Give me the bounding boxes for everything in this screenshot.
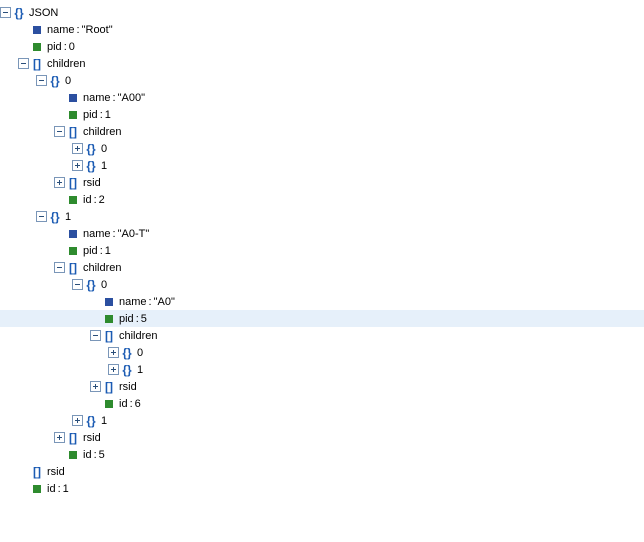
object-icon: {} [49,211,61,223]
expand-icon[interactable] [72,160,83,171]
number-icon [67,449,79,461]
key-pid[interactable]: pid [83,109,98,121]
value[interactable]: 1 [105,245,111,257]
number-icon [31,41,43,53]
expand-icon[interactable] [54,177,65,188]
key-id[interactable]: id [83,194,92,206]
key-id[interactable]: id [47,483,56,495]
object-icon: {} [13,7,25,19]
collapse-icon[interactable] [72,279,83,290]
key-name[interactable]: name [119,296,147,308]
string-icon [31,24,43,36]
array-icon: [] [103,381,115,393]
collapse-icon[interactable] [54,126,65,137]
key-name[interactable]: name [47,24,75,36]
expand-icon[interactable] [108,347,119,358]
array-icon: [] [103,330,115,342]
object-icon: {} [49,75,61,87]
value[interactable]: "A0" [154,296,175,308]
node-label[interactable]: 0 [101,279,107,291]
object-icon: {} [85,143,97,155]
object-icon: {} [85,279,97,291]
value[interactable]: "A00" [118,92,145,104]
array-icon: [] [67,177,79,189]
string-icon [103,296,115,308]
key-children[interactable]: children [47,58,86,70]
node-label[interactable]: 1 [65,211,71,223]
collapse-icon[interactable] [0,7,11,18]
array-icon: [] [67,262,79,274]
object-icon: {} [121,364,133,376]
key-pid[interactable]: pid [47,41,62,53]
key-children[interactable]: children [83,262,122,274]
key-name[interactable]: name [83,228,111,240]
key-id[interactable]: id [83,449,92,461]
expand-icon[interactable] [90,381,101,392]
value[interactable]: 5 [141,313,147,325]
node-label[interactable]: 0 [137,347,143,359]
expand-icon[interactable] [54,432,65,443]
collapse-icon[interactable] [90,330,101,341]
expand-icon[interactable] [72,415,83,426]
key-children[interactable]: children [119,330,158,342]
key-rsid[interactable]: rsid [83,177,101,189]
selected-row[interactable]: pid: 5 [0,310,644,327]
array-icon: [] [31,58,43,70]
number-icon [103,398,115,410]
object-icon: {} [121,347,133,359]
collapse-icon[interactable] [36,211,47,222]
value[interactable]: 0 [69,41,75,53]
object-icon: {} [85,415,97,427]
value[interactable]: "Root" [82,24,113,36]
key-children[interactable]: children [83,126,122,138]
number-icon [67,194,79,206]
key-id[interactable]: id [119,398,128,410]
value[interactable]: 1 [63,483,69,495]
key-pid[interactable]: pid [83,245,98,257]
value[interactable]: "A0-T" [118,228,150,240]
node-label[interactable]: 0 [101,143,107,155]
node-label[interactable]: 1 [137,364,143,376]
key-pid[interactable]: pid [119,313,134,325]
key-rsid[interactable]: rsid [83,432,101,444]
key-rsid[interactable]: rsid [119,381,137,393]
node-label[interactable]: 1 [101,415,107,427]
key-name[interactable]: name [83,92,111,104]
json-tree: {} JSON name: "Root" pid: 0 [] children … [0,0,644,505]
node-label[interactable]: 0 [65,75,71,87]
array-icon: [] [67,432,79,444]
number-icon [67,109,79,121]
value[interactable]: 6 [135,398,141,410]
string-icon [67,92,79,104]
object-icon: {} [85,160,97,172]
number-icon [103,313,115,325]
array-icon: [] [31,466,43,478]
key-rsid[interactable]: rsid [47,466,65,478]
number-icon [67,245,79,257]
number-icon [31,483,43,495]
value[interactable]: 1 [105,109,111,121]
collapse-icon[interactable] [18,58,29,69]
value[interactable]: 2 [99,194,105,206]
expand-icon[interactable] [72,143,83,154]
expand-icon[interactable] [108,364,119,375]
node-label[interactable]: JSON [29,7,58,19]
value[interactable]: 5 [99,449,105,461]
array-icon: [] [67,126,79,138]
node-label[interactable]: 1 [101,160,107,172]
string-icon [67,228,79,240]
collapse-icon[interactable] [54,262,65,273]
collapse-icon[interactable] [36,75,47,86]
